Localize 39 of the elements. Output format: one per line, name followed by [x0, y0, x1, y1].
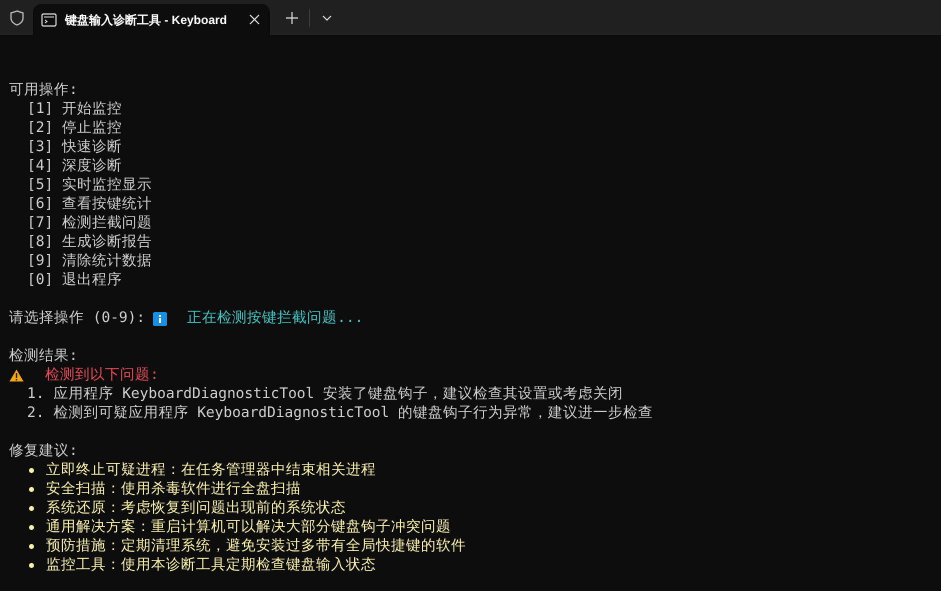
terminal-icon	[41, 12, 57, 26]
info-icon	[153, 312, 168, 326]
results-heading: 检测结果:	[9, 347, 78, 366]
issue-text: 检测到可疑应用程序 KeyboardDiagnosticTool 的键盘钩子行为异常，建议进一步检查	[53, 404, 653, 423]
add-tab-icon[interactable]	[285, 10, 299, 24]
suggestion-text: 系统还原：考虑恢复到问题出现前的系统状态	[46, 499, 346, 518]
bullet-icon	[29, 563, 34, 568]
menu-option: [6] 查看按键统计	[27, 195, 152, 214]
suggestion-text: 监控工具：使用本诊断工具定期检查键盘输入状态	[46, 556, 376, 575]
issue-number: 1.	[27, 385, 44, 404]
menu-option: [5] 实时监控显示	[27, 176, 152, 195]
shield-icon	[10, 10, 24, 26]
terminal-tab[interactable]: 键盘输入诊断工具 - Keyboard	[33, 4, 270, 35]
suggestion-text: 通用解决方案：重启计算机可以解决大部分键盘钩子冲突问题	[46, 518, 451, 537]
menu-option: [9] 清除统计数据	[27, 252, 152, 271]
suggestion-text: 立即终止可疑进程：在任务管理器中结束相关进程	[46, 461, 376, 480]
menu-option: [4] 深度诊断	[27, 157, 122, 176]
warning-icon	[9, 369, 24, 382]
menu-option: [1] 开始监控	[27, 100, 122, 119]
menu-option: [0] 退出程序	[27, 271, 122, 290]
suggestion-text: 预防措施：定期清理系统，避免安装过多带有全局快捷键的软件	[46, 537, 466, 556]
prompt-text: 请选择操作 (0-9):	[9, 309, 146, 328]
suggestions-heading: 修复建议:	[9, 442, 78, 461]
bullet-icon	[29, 525, 34, 530]
tab-title: 键盘输入诊断工具 - Keyboard	[65, 12, 228, 28]
issue-text: 应用程序 KeyboardDiagnosticTool 安装了键盘钩子，建议检查其设置或考虑关闭	[53, 385, 623, 404]
menu-option: [3] 快速诊断	[27, 138, 122, 157]
bullet-icon	[29, 487, 34, 492]
menu-option: [2] 停止监控	[27, 119, 122, 138]
status-text: 正在检测按键拦截问题...	[187, 309, 364, 328]
issue-number: 2.	[27, 404, 44, 423]
bullet-icon	[29, 506, 34, 511]
suggestion-text: 安全扫描：使用杀毒软件进行全盘扫描	[46, 480, 301, 499]
bullet-icon	[29, 468, 34, 473]
warning-text: 检测到以下问题:	[45, 366, 159, 385]
menu-heading: 可用操作:	[9, 81, 78, 100]
menu-option: [7] 检测拦截问题	[27, 214, 152, 233]
bullet-icon	[29, 544, 34, 549]
menu-option: [8] 生成诊断报告	[27, 233, 152, 252]
